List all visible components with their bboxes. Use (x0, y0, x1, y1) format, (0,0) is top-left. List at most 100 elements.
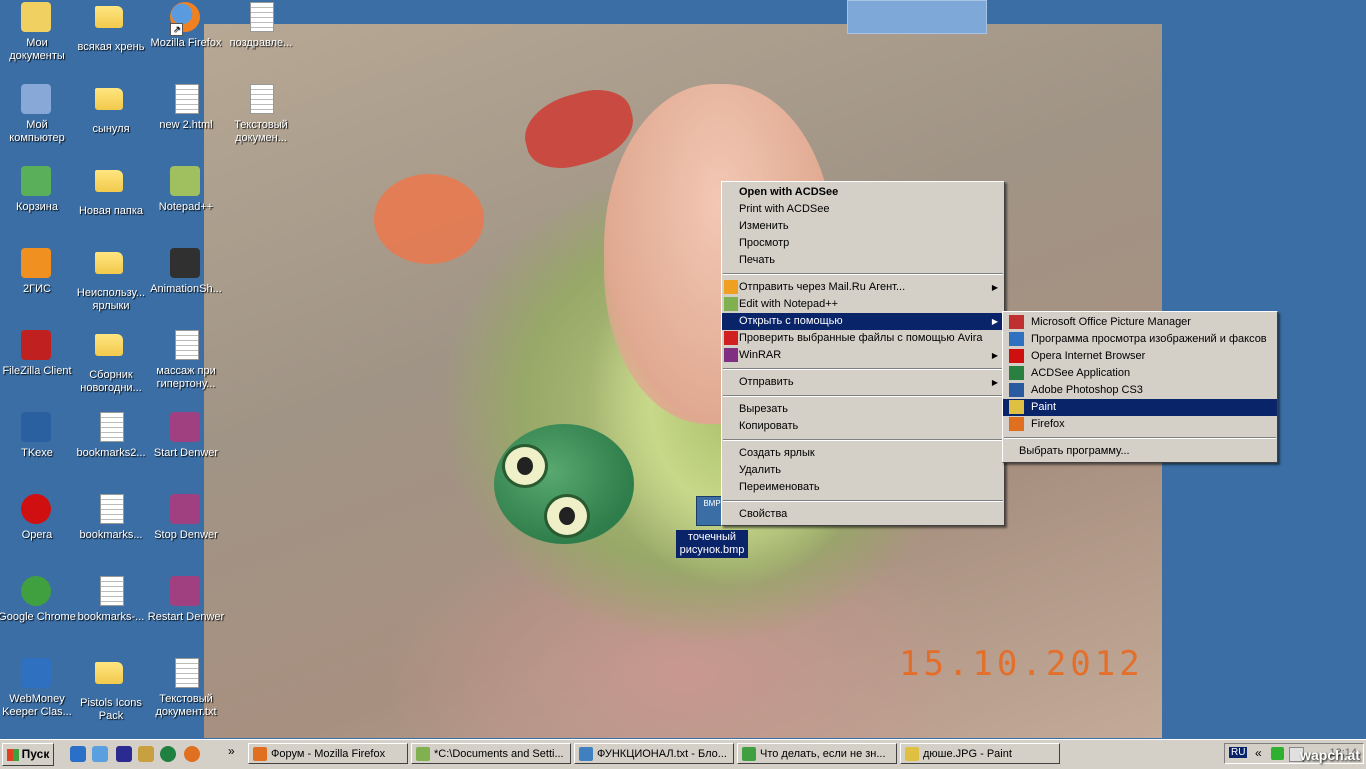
taskbar-button[interactable]: Форум - Mozilla Firefox (248, 743, 408, 764)
taskbar-button[interactable]: дюше.JPG - Paint (900, 743, 1060, 764)
open-with-item[interactable]: ACDSee Application (1003, 365, 1277, 382)
desktop-icon[interactable]: сынуля (72, 82, 150, 136)
save-icon[interactable] (116, 746, 132, 762)
desktop-icon[interactable]: WebMoney Keeper Clas... (0, 656, 76, 719)
desktop-icon[interactable]: Mozilla Firefox (147, 0, 225, 50)
desktop-icon[interactable]: Notepad++ (147, 164, 225, 214)
taskbar-button-label: дюше.JPG - Paint (923, 748, 1012, 760)
desktop-icon-label: Новая папка (78, 205, 144, 217)
context-menu-item[interactable]: Print with ACDSee (722, 201, 1004, 218)
ie-icon[interactable] (70, 746, 86, 762)
context-menu-item[interactable]: Свойства (722, 506, 1004, 523)
desktop-icon[interactable]: bookmarks2... (72, 410, 150, 460)
taskbar-button[interactable]: Что делать, если не зн... (737, 743, 897, 764)
desktop-icon-label: bookmarks-... (77, 611, 145, 623)
context-menu-item[interactable]: Проверить выбранные файлы с помощью Avir… (722, 330, 1004, 347)
desktop-icon[interactable]: Pistols Icons Pack (72, 656, 150, 723)
context-menu-item[interactable]: Копировать (722, 418, 1004, 435)
context-menu-item[interactable]: Вырезать (722, 401, 1004, 418)
desktop-icon[interactable]: Сборник новогодни... (72, 328, 150, 395)
open-with-item[interactable]: Firefox (1003, 416, 1277, 433)
context-menu-item[interactable]: Просмотр (722, 235, 1004, 252)
context-menu-item[interactable]: Создать ярлык (722, 445, 1004, 462)
media-player-icon[interactable] (160, 746, 176, 762)
context-menu-item[interactable]: Отправить через Mail.Ru Агент... ▶ (722, 279, 1004, 296)
menu-separator (723, 273, 1003, 275)
context-menu-label: Print with ACDSee (739, 203, 830, 215)
desktop-icon-label: bookmarks... (79, 529, 143, 541)
open-with-label: Opera Internet Browser (1031, 350, 1146, 362)
desktop-icon-label: Stop Denwer (154, 529, 218, 541)
open-with-item[interactable]: Paint (1003, 399, 1277, 416)
taskbar-button[interactable]: *C:\Documents and Setti... (411, 743, 571, 764)
desktop-icon[interactable]: new 2.html (147, 82, 225, 132)
text-document-icon (175, 658, 199, 688)
desktop-icon[interactable]: Мой компьютер (0, 82, 76, 145)
desktop-widget[interactable] (847, 0, 987, 34)
show-desktop-icon[interactable] (92, 746, 108, 762)
desktop-icon-label: Mozilla Firefox (150, 37, 222, 49)
windows-logo-icon (6, 748, 19, 761)
desktop-icon[interactable]: массаж при гипертону... (147, 328, 225, 391)
desktop-icon[interactable]: Новая папка (72, 164, 150, 218)
notepad-icon (579, 747, 593, 761)
context-menu-item[interactable]: Edit with Notepad++ (722, 296, 1004, 313)
start-button[interactable]: Пуск (2, 743, 54, 766)
desktop-icon[interactable]: Stop Denwer (147, 492, 225, 542)
context-menu-item[interactable]: Отправить ▶ (722, 374, 1004, 391)
open-with-item[interactable]: Adobe Photoshop CS3 (1003, 382, 1277, 399)
context-menu-item[interactable]: Удалить (722, 462, 1004, 479)
tray-app-icon[interactable] (1271, 747, 1284, 760)
paint-icon (905, 747, 919, 761)
desktop-icon[interactable]: TKexe (0, 410, 76, 460)
context-menu-item[interactable]: Переименовать (722, 479, 1004, 496)
desktop-icon-label: 2ГИС (23, 283, 51, 295)
desktop-icon[interactable]: FileZilla Client (0, 328, 76, 378)
open-with-item[interactable]: Программа просмотра изображений и факсов (1003, 331, 1277, 348)
quick-launch-app-icon[interactable] (138, 746, 154, 762)
menu-separator (723, 439, 1003, 441)
desktop-icon[interactable]: Start Denwer (147, 410, 225, 460)
text-document-icon (250, 84, 274, 114)
desktop-icon[interactable]: Неиспользу... ярлыки (72, 246, 150, 313)
html-file-icon (175, 84, 199, 114)
desktop-icon[interactable]: Мои документы (0, 0, 76, 63)
desktop-icon[interactable]: Opera (0, 492, 76, 542)
tray-expand-button[interactable]: « (1255, 746, 1262, 760)
taskbar-button[interactable]: ФУНКЦИОНАЛ.txt - Бло... (574, 743, 734, 764)
menu-separator (723, 368, 1003, 370)
desktop-icon-label: AnimationSh... (150, 283, 222, 295)
desktop-icon[interactable]: AnimationSh... (147, 246, 225, 296)
open-with-item[interactable]: Opera Internet Browser (1003, 348, 1277, 365)
desktop-icon[interactable]: Корзина (0, 164, 76, 214)
folder-icon (95, 88, 123, 110)
context-menu-label: Изменить (739, 220, 789, 232)
desktop-icon[interactable]: bookmarks... (72, 492, 150, 542)
desktop-icon[interactable]: Google Chrome (0, 574, 76, 624)
context-menu-item[interactable]: Печать (722, 252, 1004, 269)
desktop-icon-label: WebMoney Keeper Clas... (2, 693, 72, 718)
language-indicator[interactable]: RU (1229, 747, 1248, 758)
desktop-icon[interactable]: Restart Denwer (147, 574, 225, 624)
quick-launch-overflow[interactable]: » (228, 744, 235, 758)
context-menu-item[interactable]: Open with ACDSee (722, 184, 1004, 201)
desktop-icon[interactable]: Текстовый документ.txt (147, 656, 225, 719)
open-with-label: Microsoft Office Picture Manager (1031, 316, 1191, 328)
desktop-icon[interactable]: bookmarks-... (72, 574, 150, 624)
start-label: Пуск (21, 747, 50, 761)
desktop-icon[interactable]: Текстовый докумен... (222, 82, 300, 145)
open-with-item[interactable]: Выбрать программу... (1003, 443, 1277, 460)
desktop-icon[interactable]: всякая хрень (72, 0, 150, 54)
context-menu-item[interactable]: WinRAR ▶ (722, 347, 1004, 364)
desktop-icon[interactable]: поздравле... (222, 0, 300, 50)
desktop-icon[interactable]: 2ГИС (0, 246, 76, 296)
context-menu-item[interactable]: Открыть с помощью ▶ (722, 313, 1004, 330)
desktop-icon-label: Мои документы (9, 37, 65, 62)
firefox-icon[interactable] (184, 746, 200, 762)
context-menu-item[interactable]: Изменить (722, 218, 1004, 235)
html-file-icon (100, 412, 124, 442)
frog-eye (544, 494, 590, 538)
wallpaper-frog-toy (494, 424, 634, 544)
taskbar-button-label: Форум - Mozilla Firefox (271, 748, 386, 760)
open-with-item[interactable]: Microsoft Office Picture Manager (1003, 314, 1277, 331)
